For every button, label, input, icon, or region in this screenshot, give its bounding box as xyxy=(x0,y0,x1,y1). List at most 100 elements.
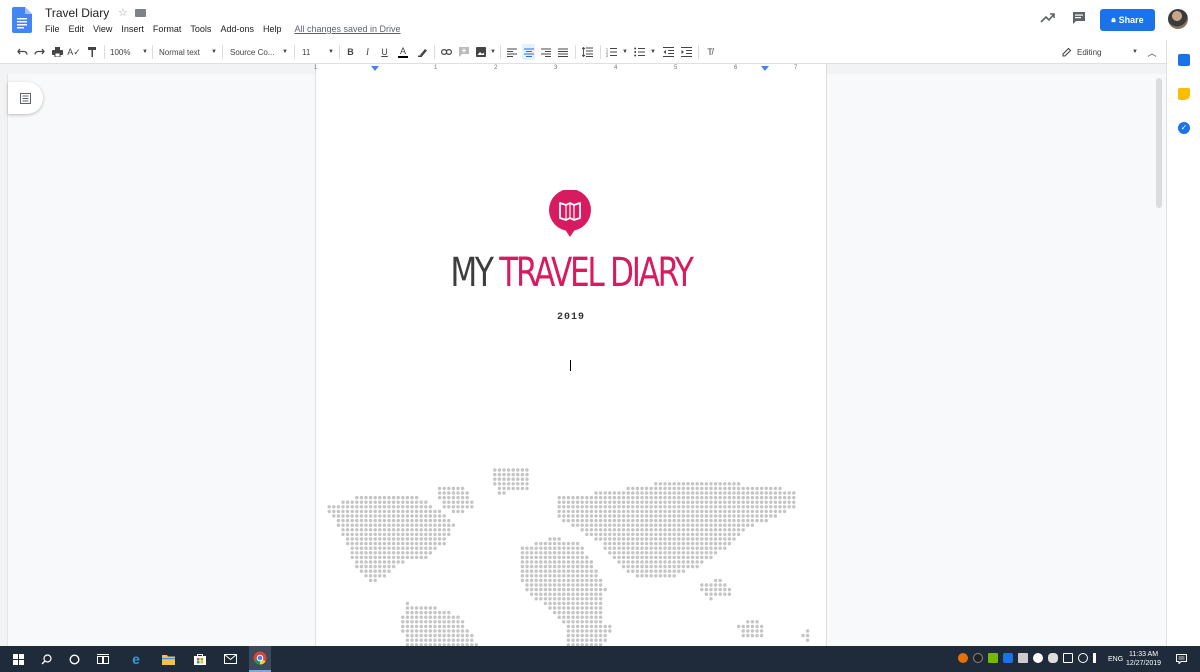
text-color-icon[interactable]: A xyxy=(397,44,409,60)
nvidia-icon[interactable] xyxy=(988,653,998,663)
calendar-icon[interactable] xyxy=(1178,54,1190,66)
language-indicator[interactable]: ENG xyxy=(1108,656,1123,663)
folder-icon[interactable] xyxy=(135,9,146,17)
toolbar-divider xyxy=(222,45,223,59)
google-docs-logo-icon[interactable] xyxy=(12,7,32,33)
star-icon[interactable]: ☆ xyxy=(118,6,128,19)
toolbar-divider xyxy=(152,45,153,59)
menu-tools[interactable]: Tools xyxy=(190,24,211,34)
toolbar-divider xyxy=(294,45,295,59)
menu-addons[interactable]: Add-ons xyxy=(220,24,254,34)
tray-app-icon[interactable] xyxy=(958,653,968,663)
share-label: Share xyxy=(1119,15,1144,25)
menu-help[interactable]: Help xyxy=(263,24,282,34)
svg-text:3: 3 xyxy=(606,54,608,57)
store-icon[interactable] xyxy=(192,651,208,667)
search-icon[interactable] xyxy=(38,651,54,667)
italic-icon[interactable]: I xyxy=(362,44,373,60)
comment-add-icon[interactable] xyxy=(458,44,470,60)
increase-indent-icon[interactable] xyxy=(680,44,692,60)
bulleted-list-icon[interactable]: ▼ xyxy=(634,44,656,60)
avatar[interactable] xyxy=(1168,9,1188,29)
windows-start-icon[interactable] xyxy=(10,651,26,667)
docs-header: Travel Diary ☆ File Edit View Insert For… xyxy=(0,0,1200,40)
align-justify-icon[interactable] xyxy=(557,44,568,60)
font-family-value: Source Co... xyxy=(230,48,274,57)
tray-app-icon[interactable] xyxy=(1033,653,1043,663)
title-main: MY xyxy=(450,250,491,296)
chrome-taskbar-icon[interactable] xyxy=(249,646,271,672)
link-icon[interactable] xyxy=(440,44,452,60)
dropdown-arrow-icon: ▼ xyxy=(328,49,334,55)
outline-list-icon xyxy=(20,93,31,104)
file-explorer-icon[interactable] xyxy=(160,651,176,667)
saved-status-link[interactable]: All changes saved in Drive xyxy=(294,24,400,34)
tray-app-icon[interactable] xyxy=(1018,653,1028,663)
share-button[interactable]: 🔒︎ Share xyxy=(1100,9,1155,31)
paint-format-icon[interactable] xyxy=(86,44,98,60)
mail-icon[interactable] xyxy=(222,651,238,667)
ruler-page-area xyxy=(315,64,827,74)
task-view-icon[interactable] xyxy=(95,651,111,667)
underline-icon[interactable]: U xyxy=(379,44,390,60)
dropdown-arrow-icon: ▼ xyxy=(142,49,148,55)
toolbar-divider xyxy=(575,45,576,59)
spellcheck-icon[interactable]: A✓ xyxy=(68,44,80,60)
print-icon[interactable] xyxy=(51,44,63,60)
ruler-number: 7 xyxy=(794,65,797,71)
dropdown-arrow-icon: ▼ xyxy=(1132,49,1138,55)
redo-icon[interactable] xyxy=(33,44,45,60)
align-center-icon[interactable] xyxy=(522,44,535,60)
network-icon[interactable] xyxy=(1078,653,1088,663)
battery-icon[interactable] xyxy=(1063,653,1073,663)
undo-icon[interactable] xyxy=(16,44,28,60)
zoom-select[interactable]: 100% ▼ xyxy=(110,44,148,60)
font-size-select[interactable]: 11 ▼ xyxy=(302,44,334,60)
menu-file[interactable]: File xyxy=(45,24,60,34)
paragraph-style-select[interactable]: Normal text ▼ xyxy=(159,44,217,60)
document-title[interactable]: Travel Diary xyxy=(45,6,109,20)
onedrive-icon[interactable] xyxy=(1048,653,1058,663)
vertical-ruler[interactable] xyxy=(0,74,8,646)
horizontal-ruler[interactable]: 1 1 2 3 4 5 6 7 xyxy=(0,64,1166,74)
bold-icon[interactable]: B xyxy=(345,44,356,60)
keep-icon[interactable] xyxy=(1178,88,1190,100)
activity-dashboard-icon[interactable] xyxy=(1040,11,1056,25)
hide-menus-icon[interactable]: ︿ xyxy=(1146,44,1158,60)
highlight-icon[interactable] xyxy=(416,44,428,60)
editing-mode-select[interactable]: Editing ▼ xyxy=(1062,44,1138,60)
toolbar-divider xyxy=(104,45,105,59)
document-outline-button[interactable] xyxy=(8,82,43,114)
ruler-number: 1 xyxy=(434,65,437,71)
left-indent-marker[interactable] xyxy=(371,66,379,71)
menu-edit[interactable]: Edit xyxy=(69,24,85,34)
font-family-select[interactable]: Source Co... ▼ xyxy=(230,44,288,60)
clock-time: 11:33 AM xyxy=(1126,650,1161,659)
menu-view[interactable]: View xyxy=(93,24,112,34)
zoom-value: 100% xyxy=(110,48,130,57)
align-right-icon[interactable] xyxy=(540,44,551,60)
vertical-scrollbar[interactable] xyxy=(1156,78,1162,208)
volume-icon[interactable] xyxy=(1093,653,1103,663)
clear-formatting-icon[interactable]: T̸ xyxy=(704,44,716,60)
toolbar-divider xyxy=(600,45,601,59)
cortana-icon[interactable] xyxy=(66,651,82,667)
paragraph-style-value: Normal text xyxy=(159,48,200,57)
edge-browser-icon[interactable]: e xyxy=(128,651,144,667)
notifications-icon[interactable] xyxy=(1173,651,1189,667)
tray-app-icon[interactable] xyxy=(973,653,983,663)
numbered-list-icon[interactable]: 123 ▼ xyxy=(606,44,628,60)
year-subtitle: 2019 xyxy=(316,312,826,323)
menu-bar: File Edit View Insert Format Tools Add-o… xyxy=(45,24,401,34)
bluetooth-icon[interactable] xyxy=(1003,653,1013,663)
insert-image-icon[interactable]: ▼ xyxy=(476,44,496,60)
decrease-indent-icon[interactable] xyxy=(662,44,674,60)
right-indent-marker[interactable] xyxy=(761,66,769,71)
system-clock[interactable]: 11:33 AM 12/27/2019 xyxy=(1126,650,1161,668)
line-spacing-icon[interactable] xyxy=(581,44,593,60)
tasks-icon[interactable]: ✓ xyxy=(1178,122,1190,134)
align-left-icon[interactable] xyxy=(506,44,517,60)
comments-icon[interactable] xyxy=(1072,11,1086,25)
menu-format[interactable]: Format xyxy=(153,24,182,34)
menu-insert[interactable]: Insert xyxy=(121,24,144,34)
